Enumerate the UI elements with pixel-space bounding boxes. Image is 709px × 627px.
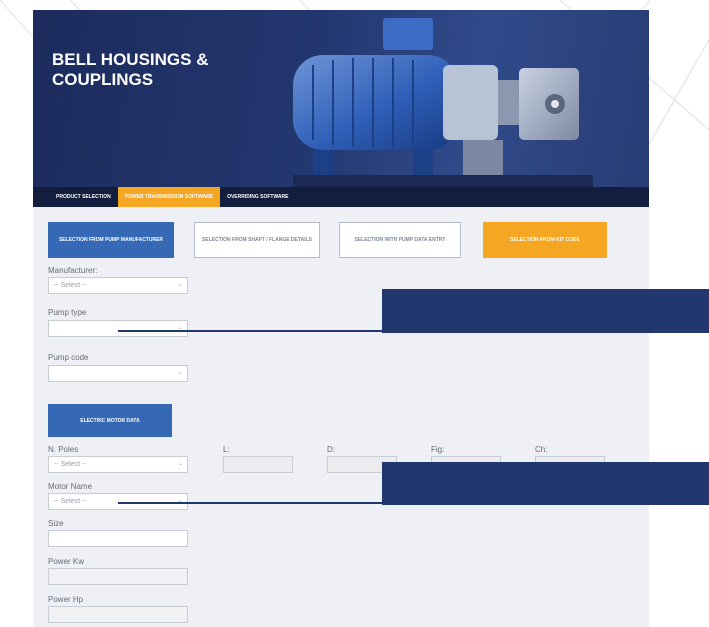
header-banner: BELL HOUSINGS & COUPLINGS PRODUCT SELECT… [33,10,649,207]
page-title: BELL HOUSINGS & COUPLINGS [52,50,252,90]
selection-from-shaft-flange-button[interactable]: SELECTION FROM SHAFT / FLANGE DETAILS [194,222,320,258]
title-line-2: COUPLINGS [52,70,154,89]
size-field[interactable] [48,530,188,547]
pump-code-label: Pump code [48,353,89,362]
power-hp-label: Power Hp [48,595,84,604]
callout-connector-1 [118,330,383,332]
power-kw-field[interactable] [48,568,188,585]
n-poles-label: N. Poles [48,445,79,454]
motor-pump-image [293,18,593,187]
size-label: Size [48,519,64,528]
main-nav: PRODUCT SELECTION POWER TRANSMISSION SOF… [33,187,649,207]
selection-from-kit-code-button[interactable]: SELECTION FROM KIT CODE [483,222,607,258]
nav-item-power-transmission-software[interactable]: POWER TRANSMISSION SOFTWARE [117,187,221,207]
dim-ch-label: Ch: [535,445,548,454]
power-hp-field[interactable] [48,606,188,623]
manufacturer-label: Manufacturer: [48,266,98,275]
n-poles-select[interactable]: -- Select -- ⌄ [48,456,188,473]
callout-box-2 [382,462,709,505]
dim-l-label: L: [223,445,230,454]
power-kw-label: Power Kw [48,557,85,566]
title-line-1: BELL HOUSINGS & [52,50,209,69]
electric-motor-data-button[interactable]: ELECTRIC MOTOR DATA [48,404,172,437]
pump-code-select[interactable]: ⌄ [48,365,188,382]
callout-connector-2 [118,502,383,504]
motor-name-value: -- Select -- [54,498,87,505]
dim-fig-label: Fig: [431,445,445,454]
nav-item-overriding-software[interactable]: OVERRIDING SOFTWARE [220,187,295,207]
chevron-down-icon: ⌄ [177,282,183,288]
motor-name-label: Motor Name [48,482,93,491]
selection-from-pump-manufacturer-button[interactable]: SELECTION FROM PUMP MANUFACTURER [48,222,174,258]
selection-with-pump-data-button[interactable]: SELECTION WITH PUMP DATA ENTRY [339,222,461,258]
n-poles-value: -- Select -- [54,461,87,468]
manufacturer-select[interactable]: -- Select -- ⌄ [48,277,188,294]
nav-item-product-selection[interactable]: PRODUCT SELECTION [49,187,118,207]
chevron-down-icon: ⌄ [177,461,183,467]
dim-d-label: D: [327,445,335,454]
page: BELL HOUSINGS & COUPLINGS PRODUCT SELECT… [0,0,709,627]
manufacturer-value: -- Select -- [54,282,87,289]
pump-type-label: Pump type [48,308,87,317]
dim-l-field[interactable] [223,456,293,473]
chevron-down-icon: ⌄ [177,370,183,376]
callout-box-1 [382,289,709,333]
pump-type-select[interactable]: ⌄ [48,320,188,337]
